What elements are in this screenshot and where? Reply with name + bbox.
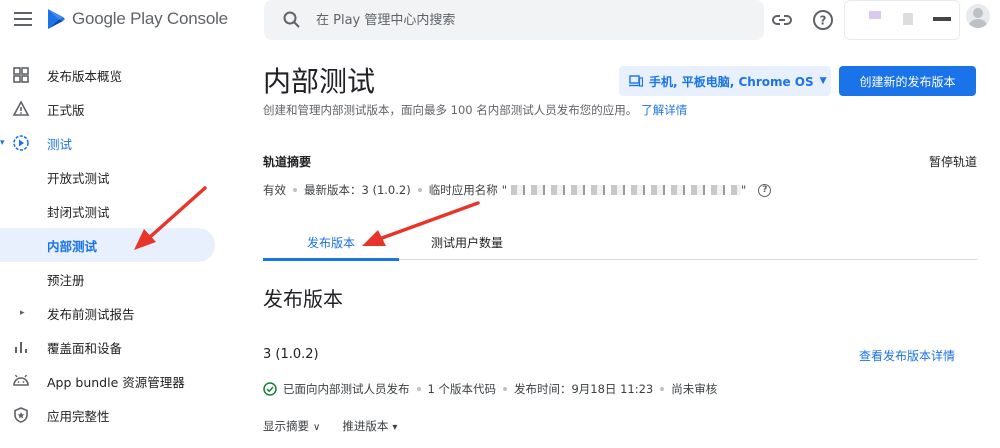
sidebar-item-label: App bundle 资源管理器 bbox=[47, 374, 185, 390]
play-console-logo[interactable]: Google Play Console bbox=[46, 8, 228, 30]
help-icon[interactable]: ? bbox=[758, 183, 772, 197]
release-status-row: 已面向内部测试人员发布 1 个版本代码 发布时间：9月18日 11:23 尚未审… bbox=[263, 381, 717, 397]
sidebar-item-app-integrity[interactable]: 应用完整性 bbox=[0, 398, 230, 432]
sidebar-item-label: 正式版 bbox=[47, 102, 85, 118]
bar-chart-icon bbox=[15, 342, 27, 353]
review-status: 尚未审核 bbox=[671, 382, 718, 396]
sidebar-item-testing[interactable]: ▾ 测试 bbox=[0, 126, 230, 160]
search-input[interactable] bbox=[316, 12, 716, 28]
show-summary-button[interactable]: 显示摘要 ∨ bbox=[263, 418, 320, 434]
version-codes: 1 个版本代码 bbox=[427, 382, 496, 396]
sidebar-item-label: 预注册 bbox=[47, 272, 85, 288]
menu-icon[interactable] bbox=[14, 12, 32, 26]
temp-app-name-quote-open: " bbox=[501, 183, 508, 197]
shield-icon bbox=[14, 407, 28, 423]
search-bar[interactable] bbox=[264, 0, 764, 40]
device-selector-label: 手机, 平板电脑, Chrome OS bbox=[649, 74, 814, 89]
top-bar: Google Play Console ? bbox=[0, 0, 1000, 40]
release-actions: 显示摘要 ∨ 推进版本 ▾ bbox=[263, 418, 419, 434]
sidebar-item-label: 测试 bbox=[47, 136, 73, 152]
device-selector-button[interactable]: 手机, 平板电脑, Chrome OS ▼ bbox=[619, 66, 831, 96]
caret-down-icon: ▾ bbox=[0, 138, 5, 148]
logo-text: Google Play Console bbox=[72, 9, 228, 28]
release-status-text: 已面向内部测试人员发布 bbox=[283, 382, 410, 396]
tab-bar: 发布版本 测试用户数量 bbox=[263, 226, 977, 261]
pause-track-button[interactable]: 暂停轨道 bbox=[929, 153, 977, 170]
promote-release-button[interactable]: 推进版本 ▾ bbox=[342, 418, 397, 434]
sidebar-item-label: 开放式测试 bbox=[47, 170, 110, 186]
sidebar-item-release-overview[interactable]: 发布版本概览 bbox=[0, 58, 230, 92]
sidebar-item-label: 内部测试 bbox=[47, 238, 98, 254]
releases-section-title: 发布版本 bbox=[263, 287, 343, 311]
svg-text:?: ? bbox=[820, 14, 827, 28]
page-title: 内部测试 bbox=[263, 65, 376, 98]
android-icon bbox=[13, 374, 29, 386]
tab-releases[interactable]: 发布版本 bbox=[263, 234, 399, 261]
track-status: 有效 bbox=[263, 183, 286, 197]
redacted-app-name bbox=[511, 185, 742, 195]
help-icon[interactable]: ? bbox=[811, 8, 835, 32]
google-play-logo-icon bbox=[48, 9, 65, 29]
sidebar-item-label: 覆盖面和设备 bbox=[47, 340, 123, 356]
promote-release-label: 推进版本 bbox=[342, 419, 389, 433]
sidebar-item-closed-testing[interactable]: 封闭式测试 bbox=[0, 194, 230, 228]
subtitle-text: 创建和管理内部测试版本，面向最多 100 名内部测试人员发布您的应用。 bbox=[263, 103, 638, 117]
temp-app-name-label: 临时应用名称 bbox=[428, 183, 498, 197]
sidebar-item-pre-registration[interactable]: 预注册 bbox=[0, 262, 230, 296]
create-release-button[interactable]: 创建新的发布版本 bbox=[839, 66, 976, 96]
temp-app-name-quote-close: " bbox=[741, 183, 747, 197]
latest-version: 最新版本：3 (1.0.2) bbox=[304, 183, 411, 197]
sidebar-item-reach-and-devices[interactable]: 覆盖面和设备 bbox=[0, 330, 230, 364]
view-release-details-link[interactable]: 查看发布版本详情 bbox=[859, 347, 955, 364]
devices-icon bbox=[629, 75, 643, 87]
sidebar-item-label: 发布版本概览 bbox=[47, 68, 123, 84]
sidebar: 发布版本概览 正式版 ▾ 测试 开放式测试 封闭式测试 内部测试 预注册 ▸ 发… bbox=[0, 58, 230, 432]
page-subtitle: 创建和管理内部测试版本，面向最多 100 名内部测试人员发布您的应用。 了解详情 bbox=[263, 102, 687, 118]
search-icon bbox=[283, 11, 300, 28]
release-name: 3 (1.0.2) bbox=[263, 347, 319, 362]
chevron-down-icon: ∨ bbox=[313, 422, 321, 433]
sidebar-item-app-bundle-explorer[interactable]: App bundle 资源管理器 bbox=[0, 364, 230, 398]
chevron-down-icon: ▼ bbox=[819, 76, 827, 86]
sidebar-item-label: 封闭式测试 bbox=[47, 204, 110, 220]
learn-more-link[interactable]: 了解详情 bbox=[641, 103, 687, 117]
sidebar-item-pre-launch-report[interactable]: ▸ 发布前测试报告 bbox=[0, 296, 230, 330]
sidebar-item-production[interactable]: 正式版 bbox=[0, 92, 230, 126]
sidebar-item-label: 发布前测试报告 bbox=[47, 306, 135, 322]
track-summary-heading: 轨道摘要 bbox=[263, 155, 312, 169]
dashboard-icon bbox=[13, 67, 29, 83]
avatar[interactable] bbox=[966, 4, 990, 28]
sidebar-item-open-testing[interactable]: 开放式测试 bbox=[0, 160, 230, 194]
link-icon[interactable] bbox=[770, 8, 794, 32]
account-switcher[interactable] bbox=[844, 0, 960, 40]
track-meta: 有效 最新版本：3 (1.0.2) 临时应用名称 " " ? bbox=[263, 182, 772, 198]
alert-triangle-icon bbox=[12, 100, 30, 116]
release-time: 发布时间：9月18日 11:23 bbox=[513, 382, 654, 396]
show-summary-label: 显示摘要 bbox=[263, 419, 309, 433]
tab-testers[interactable]: 测试用户数量 bbox=[399, 234, 535, 251]
caret-down-icon: ▾ bbox=[392, 422, 398, 433]
play-circle-icon bbox=[13, 135, 29, 151]
caret-right-icon: ▸ bbox=[20, 308, 25, 318]
check-circle-icon bbox=[263, 382, 277, 396]
sidebar-item-label: 应用完整性 bbox=[47, 408, 110, 424]
sidebar-item-internal-testing[interactable]: 内部测试 bbox=[0, 228, 215, 262]
